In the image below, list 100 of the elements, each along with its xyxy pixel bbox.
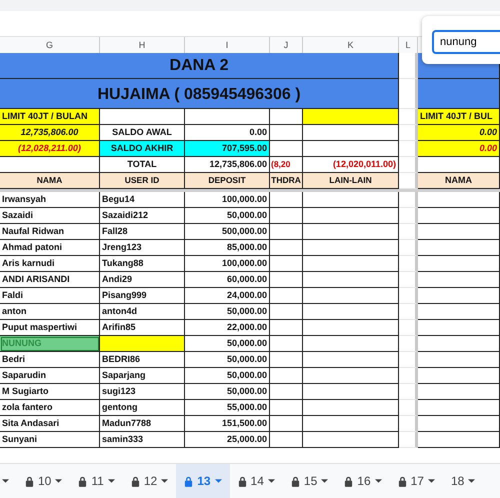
table-cell[interactable]: Naufal Ridwan [0,224,100,240]
empty-cell [270,416,303,432]
sheet-tab[interactable]: 13 [176,464,230,498]
column-heading: USER ID [100,173,185,189]
table-cell: 50,000.00 [185,208,270,224]
empty-cell [399,157,418,173]
table-cell: 500,000.00 [185,224,270,240]
table-cell: 24,000.00 [185,288,270,304]
table-cell[interactable]: Sazaidi [0,208,100,224]
table-cell: samin333 [100,432,185,448]
empty-cell [399,224,418,240]
table-cell: SALDO AKHIR [100,141,185,157]
table-cell: Begu14 [100,192,185,208]
sheet-title: DANA 2 [0,53,399,79]
lock-icon [78,476,88,486]
column-heading: NAMA [0,173,100,189]
caret-icon[interactable] [161,479,168,483]
empty-cell [270,352,303,368]
empty-cell [270,125,303,141]
caret-icon[interactable] [55,479,62,483]
empty-cell [399,400,418,416]
table-cell[interactable]: Saparudin [0,368,100,384]
sheet-tab[interactable]: 12 [122,464,176,498]
empty-cell [270,368,303,384]
table-cell: sugi123 [100,384,185,400]
table-cell[interactable]: Sita Andasari [0,416,100,432]
empty-cell [270,304,303,320]
empty-cell [399,416,418,432]
table-cell[interactable]: Sunyani [0,432,100,448]
amount-cell: (12,028,211.00) [0,141,100,157]
empty-cell [270,288,303,304]
search-field[interactable]: nunung [432,30,500,54]
empty-cell [399,368,418,384]
sheet-tab[interactable]: 11 [70,464,123,498]
column-heading: THDRA [270,173,303,189]
amount-cell: 0.00 [418,141,500,157]
limit-label: LIMIT 40JT / BUL [418,109,500,125]
table-cell: 25,000.00 [185,432,270,448]
empty-cell [270,400,303,416]
empty-cell [399,272,418,288]
table-cell: Sazaidi212 [100,208,185,224]
empty-cell [399,208,418,224]
table-cell[interactable]: Aris karnudi [0,256,100,272]
empty-cell [270,384,303,400]
table-cell: 100,000.00 [185,256,270,272]
lock-icon [238,476,247,486]
column-heading: LAIN-LAIN [303,173,399,189]
limit-label: LIMIT 40JT / BULAN [0,109,100,125]
table-cell[interactable]: Irwansyah [0,192,100,208]
sheet-tab[interactable]: 14 [230,464,283,498]
table-cell: Fall28 [100,224,185,240]
caret-icon[interactable] [268,479,275,483]
caret-icon[interactable] [2,479,9,483]
lock-icon [290,476,300,486]
caret-icon[interactable] [374,479,382,483]
empty-cell [399,256,418,272]
caret-icon[interactable] [321,479,328,483]
column-heading: DEPOSIT [185,173,270,189]
table-cell: Saparjang [100,368,185,384]
table-cell[interactable]: Bedri [0,352,100,368]
table-cell: 50,000.00 [185,368,270,384]
caret-icon[interactable] [108,479,115,483]
empty-cell [270,272,303,288]
table-cell[interactable]: Faldi [0,288,100,304]
table-cell: Tukang88 [100,256,185,272]
table-cell[interactable]: zola fantero [0,400,100,416]
table-cell[interactable]: ANDI ARISANDI [0,272,100,288]
amount-cell: 12,735,806.00 [0,125,100,141]
table-cell[interactable]: Ahmad patoni [0,240,100,256]
lock-icon [130,476,140,486]
empty-cell [399,352,418,368]
table-cell[interactable]: M Sugiarto [0,384,100,400]
caret-icon[interactable] [428,479,435,483]
empty-cell [399,288,418,304]
amount-cell: 0.00 [418,125,500,141]
empty-cell [270,192,303,208]
lock-icon [25,476,34,486]
sheet-subtitle: HUJAIMA ( 085945496306 ) [0,79,399,109]
caret-icon[interactable] [468,479,476,483]
table-cell: Jreng123 [100,240,185,256]
empty-cell [399,432,418,448]
empty-cell [270,224,303,240]
lock-icon [344,476,354,486]
table-cell[interactable]: anton [0,304,100,320]
empty-cell [399,336,418,352]
sheet-tab[interactable]: 10 [17,464,70,498]
table-cell: 707,595.00 [185,141,270,157]
sheet-tab[interactable]: 15 [282,464,336,498]
empty-cell [270,208,303,224]
empty-cell [270,256,303,272]
lock-icon [398,476,407,486]
empty-cell [399,304,418,320]
empty-cell [399,320,418,336]
sheet-tab[interactable]: 18 [442,464,484,498]
table-cell: anton4d [100,304,185,320]
empty-cell [270,432,303,448]
sheet-tab[interactable]: 16 [336,464,390,498]
sheet-tab[interactable]: 17 [390,464,443,498]
table-cell: 85,000.00 [185,240,270,256]
empty-cell [270,240,303,256]
